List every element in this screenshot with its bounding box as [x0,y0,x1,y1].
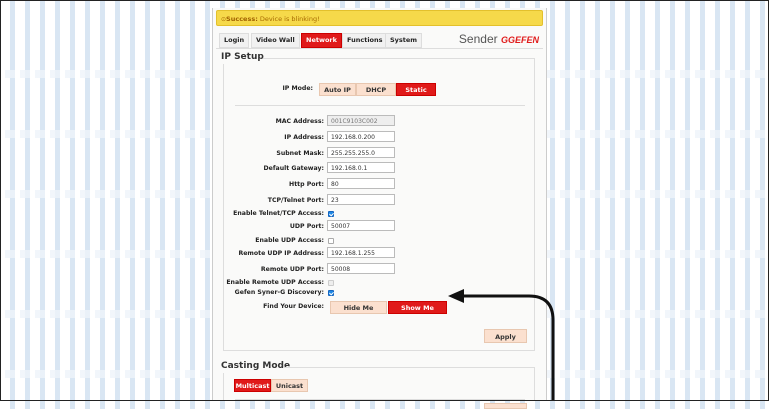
screenshot-frame [0,0,769,401]
casting-apply-button-partial[interactable] [484,403,527,409]
